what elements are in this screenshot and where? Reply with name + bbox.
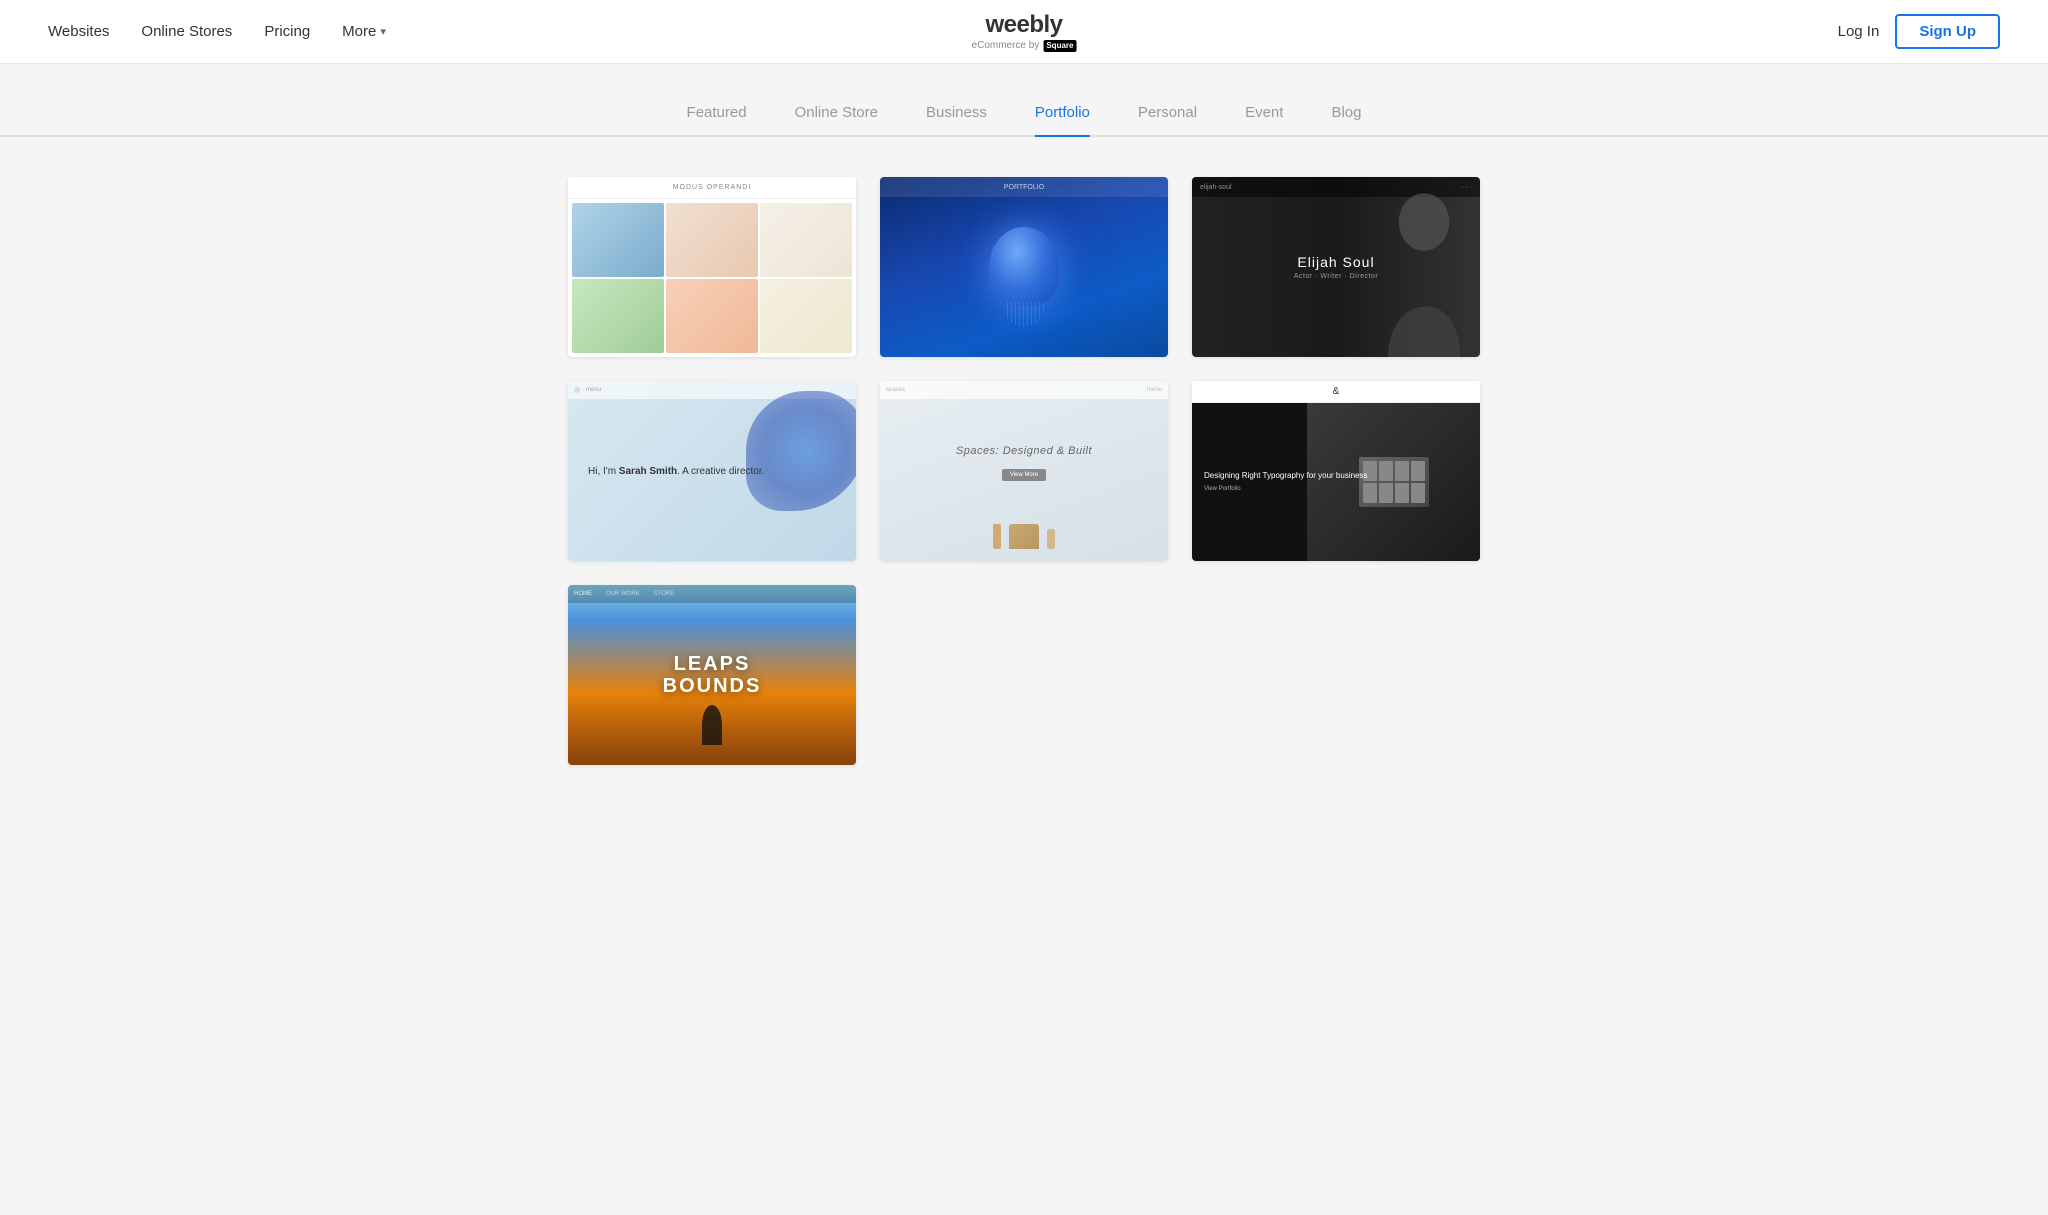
logo-subtitle: eCommerce by Square [972,40,1077,52]
printing-press-illustration [1359,457,1429,507]
tab-blog[interactable]: Blog [1331,104,1361,137]
chair-illustration [1009,524,1039,549]
typo-link: View Portfolio [1204,485,1368,494]
jellyfish-header: PORTFOLIO [880,177,1168,197]
template-modus-operandi[interactable]: MODUS OPERANDI [568,177,856,357]
signup-button[interactable]: Sign Up [1895,14,2000,49]
portrait-name: Elijah Soul [1294,254,1378,270]
decor-item [993,524,1001,549]
nav-more-label: More [342,23,376,40]
photo-cell-6 [760,279,852,353]
photo-cell-1 [572,203,664,277]
template-sarah-smith[interactable]: menu Hi, I'm Sarah Smith. A creative dir… [568,381,856,561]
typo-header: & [1192,381,1480,403]
photo-cell-4 [572,279,664,353]
tab-event[interactable]: Event [1245,104,1283,137]
person-silhouette-icon [1370,177,1460,357]
nav-pricing[interactable]: Pricing [264,23,310,40]
thumbnail-spaces: spaces menu Spaces: Designed & Built Vie… [880,381,1168,561]
thumbnail-jellyfish: PORTFOLIO [880,177,1168,357]
photo-grid [568,199,856,357]
category-tabs: Featured Online Store Business Portfolio… [0,104,2048,137]
tab-featured[interactable]: Featured [687,104,747,137]
thumbnail-leaps-bounds: HOME OUR WORK STORE LEAPS BOUNDS [568,585,856,765]
nav-websites[interactable]: Websites [48,23,109,40]
tab-business[interactable]: Business [926,104,987,137]
navbar: Websites Online Stores Pricing More ▾ we… [0,0,2048,64]
nav-left: Websites Online Stores Pricing More ▾ [48,23,386,40]
portrait-text: Elijah Soul Actor · Writer · Director [1294,254,1378,280]
person-silhouette-icon [702,705,722,745]
login-button[interactable]: Log In [1838,23,1880,40]
nav-dot-icon [574,387,580,393]
sarah-text-after: . A creative director. [677,466,764,477]
nav-right: Log In Sign Up [1838,14,2000,49]
thumbnail-typography: & Designing Right Typography for your bu… [1192,381,1480,561]
typo-content-area: Designing Right Typography for your busi… [1192,403,1480,561]
typo-overlay-text: Designing Right Typography for your busi… [1204,470,1368,494]
thumb-header-bar: MODUS OPERANDI [568,177,856,199]
leaps-header: HOME OUR WORK STORE [568,585,856,603]
decorative-flower [746,391,856,511]
spaces-title-text: Spaces: Designed & Built [956,445,1092,457]
spaces-cta-button[interactable]: View More [1002,469,1046,481]
tab-personal[interactable]: Personal [1138,104,1197,137]
leaps-bounds-heading: LEAPS BOUNDS [663,653,762,697]
template-spaces[interactable]: spaces menu Spaces: Designed & Built Vie… [880,381,1168,561]
sarah-text-before: Hi, I'm [588,466,619,477]
nav-more-dropdown[interactable]: More ▾ [342,23,386,40]
thumbnail-modus-operandi: MODUS OPERANDI [568,177,856,357]
sarah-intro-text: Hi, I'm Sarah Smith. A creative director… [588,464,764,479]
sarah-name: Sarah Smith [619,466,677,477]
photo-cell-3 [760,203,852,277]
nav-online-stores[interactable]: Online Stores [141,23,232,40]
thumbnail-elijah-soul: elijah-soul · · · Elijah Soul Actor · Wr… [1192,177,1480,357]
decor-item-2 [1047,529,1055,549]
tab-online-store[interactable]: Online Store [795,104,878,137]
jellyfish-illustration [989,227,1059,307]
furniture-illustration [993,524,1055,549]
portrait-subtitle: Actor · Writer · Director [1294,273,1378,280]
tab-portfolio[interactable]: Portfolio [1035,104,1090,137]
templates-grid: MODUS OPERANDI PORTFOLIO [544,177,1504,765]
template-leaps-bounds[interactable]: HOME OUR WORK STORE LEAPS BOUNDS [568,585,856,765]
leaps-line2: BOUNDS [663,675,762,697]
square-badge: Square [1043,40,1076,52]
typo-main-text: Designing Right Typography for your busi… [1204,470,1368,481]
chevron-down-icon: ▾ [380,25,386,38]
spaces-header: spaces menu [880,381,1168,399]
template-jellyfish[interactable]: PORTFOLIO [880,177,1168,357]
photo-cell-2 [666,203,758,277]
main-content: Featured Online Store Business Portfolio… [0,64,2048,825]
thumbnail-sarah-smith: menu Hi, I'm Sarah Smith. A creative dir… [568,381,856,561]
leaps-line1: LEAPS [663,653,762,675]
logo-wordmark: weebly [972,11,1077,40]
photo-cell-5 [666,279,758,353]
brand-logo[interactable]: weebly eCommerce by Square [972,11,1077,52]
template-elijah-soul[interactable]: elijah-soul · · · Elijah Soul Actor · Wr… [1192,177,1480,357]
template-typography[interactable]: & Designing Right Typography for your bu… [1192,381,1480,561]
portrait-silhouette: Elijah Soul Actor · Writer · Director [1192,177,1480,357]
